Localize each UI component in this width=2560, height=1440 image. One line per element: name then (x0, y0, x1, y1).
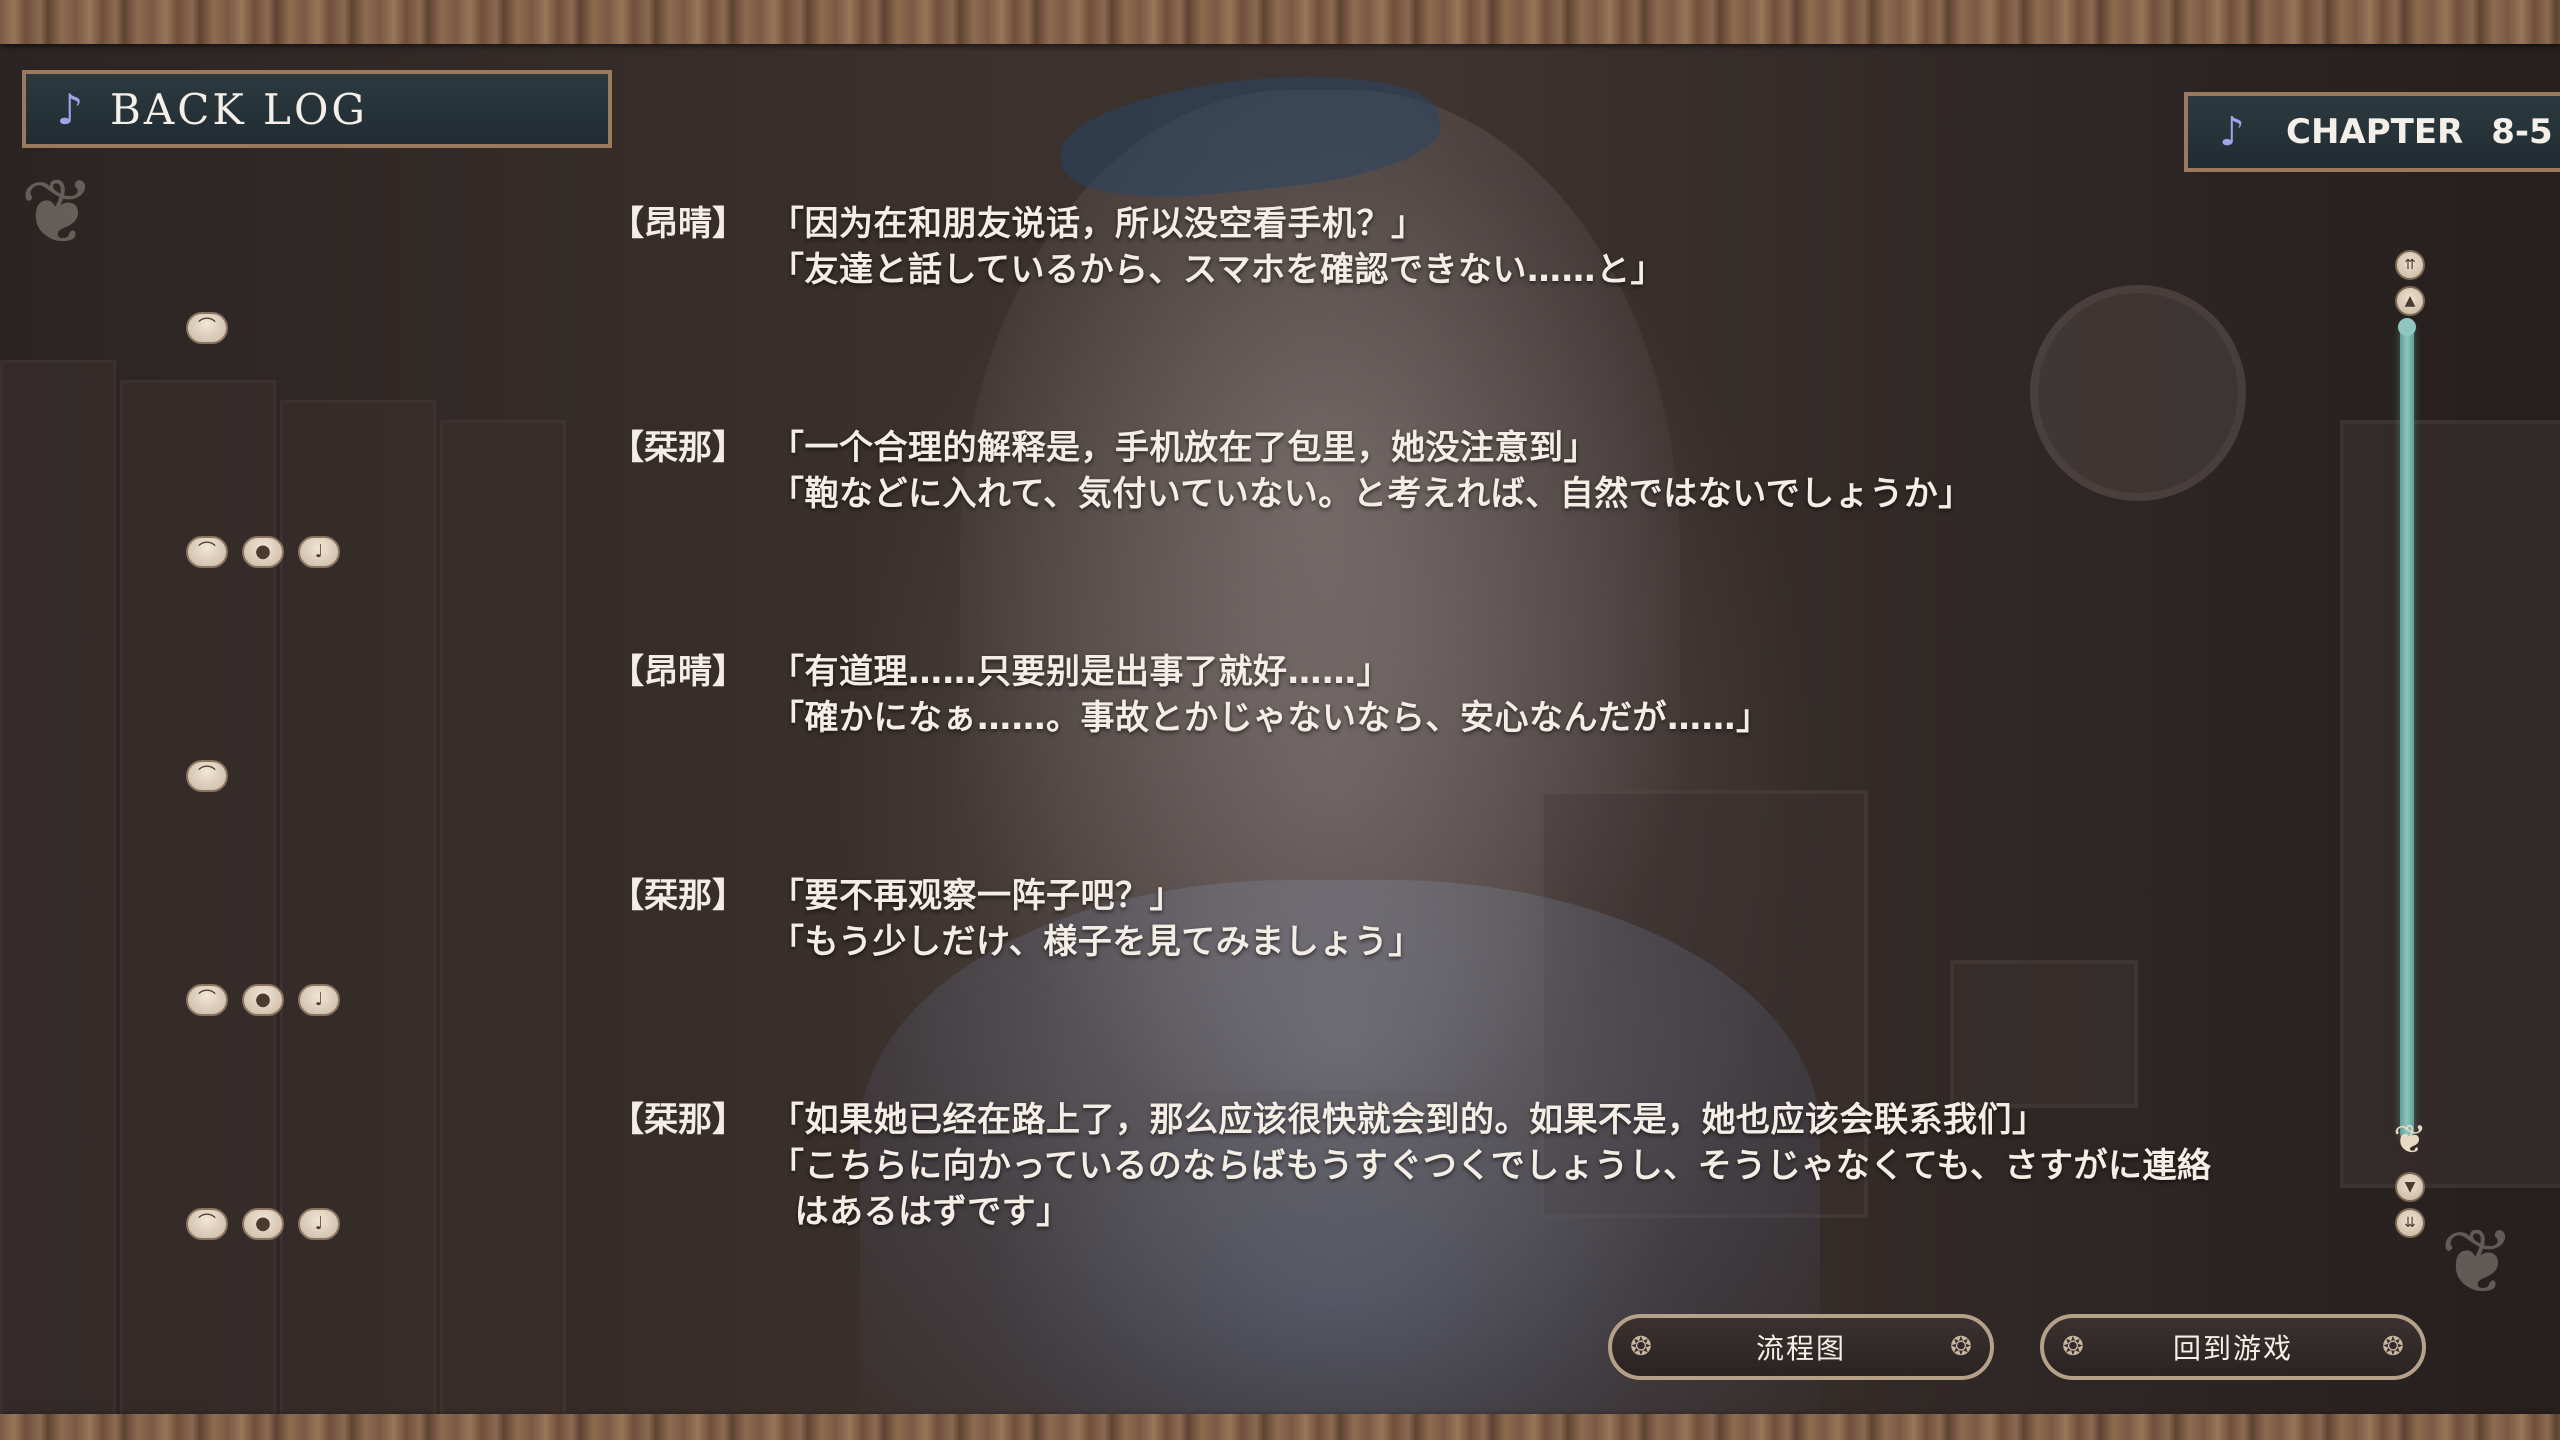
swirl-icon: ❂ (2382, 1332, 2404, 1362)
entry-actions: ⌒ (186, 312, 228, 344)
scrollbar-thumb-butterfly-icon[interactable]: ❦ (2386, 1117, 2434, 1163)
flowchart-button[interactable]: ❂ 流程图 ❂ (1608, 1314, 1994, 1380)
speaker-name: 【栞那】 (610, 876, 746, 916)
voice-icon[interactable]: ● (242, 1208, 284, 1240)
voice-icon[interactable]: ● (242, 536, 284, 568)
dialogue-line-chinese: 「有道理……只要别是出事了就好……」 (770, 652, 1391, 692)
chapter-label: CHAPTER (2286, 112, 2464, 152)
swirl-icon: ❂ (1950, 1332, 1972, 1362)
leaf-flourish-icon: ❦ (2440, 1210, 2516, 1315)
chapter-number: 8-5 (2491, 112, 2553, 152)
backlog-entry: 【栞那】 「要不再观察一阵子吧？」 「もう少しだけ、様子を見てみましょう」 (610, 868, 2230, 1028)
backlog-title-panel: ♪ BACK LOG (22, 70, 612, 148)
dialogue-line-japanese: 「鞄などに入れて、気付いていない。と考えれば、自然ではないでしょうか」 (770, 474, 1973, 514)
background-locker (440, 420, 566, 1426)
backlog-entry: 【昂晴】 「因为在和朋友说话，所以没空看手机？」 「友達と話しているから、スマホ… (610, 196, 2230, 356)
dialogue-line-chinese: 「要不再观察一阵子吧？」 (770, 876, 1184, 916)
music-note-icon: ♪ (56, 84, 84, 134)
speaker-name: 【昂晴】 (610, 652, 746, 692)
leaf-flourish-icon: ❦ (20, 160, 96, 265)
speaker-name: 【栞那】 (610, 428, 746, 468)
scroll-up-icon[interactable]: ▲ (2395, 286, 2425, 316)
entry-actions: ⌒ ● ♩ (186, 536, 340, 568)
chapter-panel: ♪ CHAPTER 8-5 (2184, 92, 2560, 172)
scrollbar-top-cap (2398, 318, 2416, 336)
page-title: BACK LOG (110, 84, 368, 134)
entry-actions: ⌒ (186, 760, 228, 792)
dialogue-line-chinese: 「一个合理的解释是，手机放在了包里，她没注意到」 (770, 428, 1598, 468)
return-to-game-button[interactable]: ❂ 回到游戏 ❂ (2040, 1314, 2426, 1380)
dialogue-line-japanese: 「こちらに向かっているのならばもうすぐつくでしょうし、そうじゃなくても、さすがに… (770, 1146, 2212, 1186)
top-wood-border (0, 0, 2560, 44)
mic-icon[interactable]: ♩ (298, 1208, 340, 1240)
speaker-name: 【栞那】 (610, 1100, 746, 1140)
dialogue-line-japanese: 「確かになぁ……。事故とかじゃないなら、安心なんだが……」 (770, 698, 1771, 738)
mic-icon[interactable]: ♩ (298, 536, 340, 568)
scrollbar-track[interactable] (2400, 325, 2414, 1140)
dialogue-line-japanese: 「もう少しだけ、様子を見てみましょう」 (770, 922, 1423, 962)
replay-icon[interactable]: ⌒ (186, 984, 228, 1016)
background-board (2340, 420, 2560, 1188)
music-note-icon: ♪ (2219, 109, 2245, 155)
entry-actions: ⌒ ● ♩ (186, 1208, 340, 1240)
swirl-icon: ❂ (2062, 1332, 2084, 1362)
background-locker (0, 360, 116, 1426)
entry-actions: ⌒ ● ♩ (186, 984, 340, 1016)
dialogue-line-japanese-cont: はあるはずです」 (770, 1192, 1071, 1232)
backlog-entry: 【昂晴】 「有道理……只要别是出事了就好……」 「確かになぁ……。事故とかじゃな… (610, 644, 2230, 804)
dialogue-line-chinese: 「如果她已经在路上了，那么应该很快就会到的。如果不是，她也应该会联系我们」 (770, 1100, 2047, 1140)
mic-icon[interactable]: ♩ (298, 984, 340, 1016)
scroll-top-icon[interactable]: ⇈ (2395, 250, 2425, 280)
backlog-entry: 【栞那】 「如果她已经在路上了，那么应该很快就会到的。如果不是，她也应该会联系我… (610, 1092, 2230, 1252)
flowchart-button-label: 流程图 (1755, 1332, 1846, 1365)
return-to-game-button-label: 回到游戏 (2172, 1332, 2293, 1365)
speaker-name: 【昂晴】 (610, 204, 746, 244)
scroll-bottom-icon[interactable]: ⇊ (2395, 1208, 2425, 1238)
replay-icon[interactable]: ⌒ (186, 760, 228, 792)
dialogue-line-chinese: 「因为在和朋友说话，所以没空看手机？」 (770, 204, 1426, 244)
dialogue-line-japanese: 「友達と話しているから、スマホを確認できない……と」 (770, 250, 1665, 290)
replay-icon[interactable]: ⌒ (186, 1208, 228, 1240)
replay-icon[interactable]: ⌒ (186, 312, 228, 344)
swirl-icon: ❂ (1630, 1332, 1652, 1362)
backlog-entry: 【栞那】 「一个合理的解释是，手机放在了包里，她没注意到」 「鞄などに入れて、気… (610, 420, 2230, 580)
scroll-down-icon[interactable]: ▼ (2395, 1172, 2425, 1202)
replay-icon[interactable]: ⌒ (186, 536, 228, 568)
bottom-wood-border (0, 1414, 2560, 1440)
voice-icon[interactable]: ● (242, 984, 284, 1016)
